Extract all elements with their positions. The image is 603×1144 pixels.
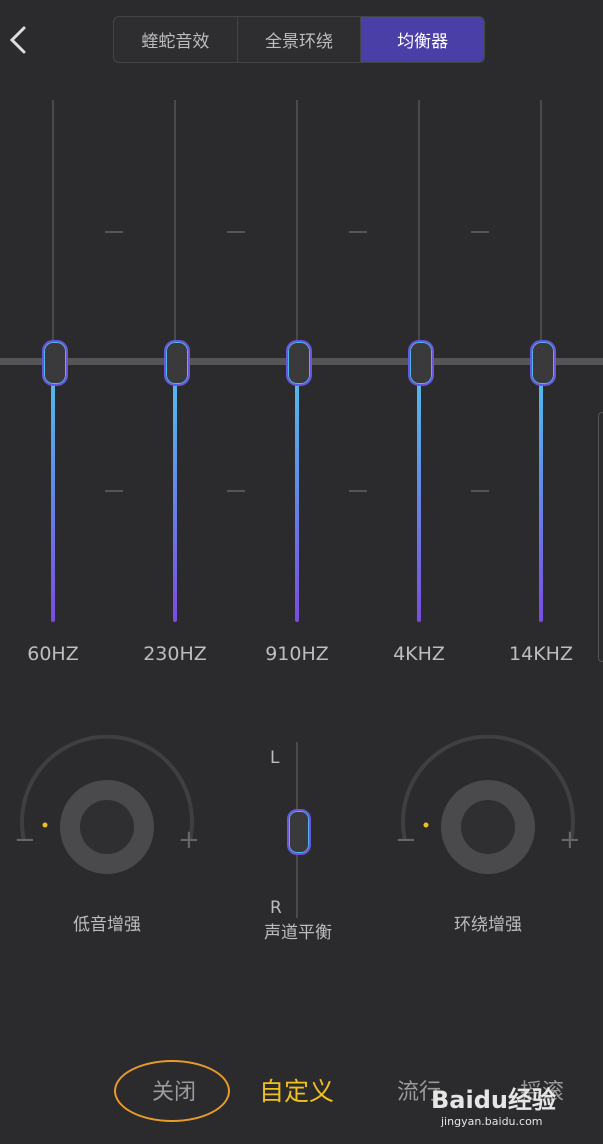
eq-track-fill xyxy=(173,362,177,622)
plus-label: + xyxy=(559,825,581,855)
eq-track xyxy=(174,100,176,362)
watermark-url: jingyan.baidu.com xyxy=(441,1115,543,1128)
channel-balance: L R 声道平衡 xyxy=(264,742,332,952)
bass-boost-label: 低音增强 xyxy=(73,915,141,935)
equalizer: 60HZ 230HZ 910HZ 4KHZ 14KHZ xyxy=(0,100,603,680)
back-button[interactable] xyxy=(4,20,34,60)
watermark-text: Baidu经验 xyxy=(431,1086,556,1114)
minus-label: − xyxy=(14,825,36,855)
band-label: 4KHZ xyxy=(393,643,445,665)
balance-left-label: L xyxy=(270,748,280,768)
grid-tick xyxy=(349,231,367,233)
eq-track-fill xyxy=(295,362,299,622)
balance-label: 声道平衡 xyxy=(264,923,332,943)
surround-boost-label: 环绕增强 xyxy=(454,915,522,935)
plus-label: + xyxy=(178,825,200,855)
eq-slider-knob[interactable] xyxy=(530,340,556,386)
eq-band-4khz: 4KHZ xyxy=(393,100,445,680)
eq-track-fill xyxy=(539,362,543,622)
eq-track-fill xyxy=(417,362,421,622)
effect-tabs: 蝰蛇音效 全景环绕 均衡器 xyxy=(113,16,485,63)
grid-tick xyxy=(227,231,245,233)
surround-boost-dial[interactable]: − + 环绕增强 xyxy=(393,735,583,935)
tab-viper[interactable]: 蝰蛇音效 xyxy=(114,17,238,62)
grid-tick xyxy=(349,490,367,492)
eq-band-14khz: 14KHZ xyxy=(509,100,573,680)
preset-off[interactable]: 关闭 xyxy=(152,1074,196,1106)
preset-custom[interactable]: 自定义 xyxy=(259,1072,334,1108)
eq-slider-knob[interactable] xyxy=(42,340,68,386)
grid-tick xyxy=(105,490,123,492)
bass-boost-dial[interactable]: − + 低音增强 xyxy=(12,735,202,935)
band-label: 14KHZ xyxy=(509,643,573,665)
minus-label: − xyxy=(395,825,417,855)
balance-slider-knob[interactable] xyxy=(287,809,311,855)
eq-slider-knob[interactable] xyxy=(286,340,312,386)
grid-tick xyxy=(471,490,489,492)
eq-band-230hz: 230HZ xyxy=(143,100,207,680)
band-label: 60HZ xyxy=(27,643,79,665)
dial-graphic xyxy=(20,735,194,874)
grid-tick xyxy=(105,231,123,233)
eq-track xyxy=(296,100,298,362)
eq-track xyxy=(418,100,420,362)
eq-track xyxy=(540,100,542,362)
eq-band-60hz: 60HZ xyxy=(27,100,79,680)
eq-slider-knob[interactable] xyxy=(408,340,434,386)
eq-slider-knob[interactable] xyxy=(164,340,190,386)
grid-tick xyxy=(227,490,245,492)
eq-track xyxy=(52,100,54,362)
watermark: Baidu经验 jingyan.baidu.com xyxy=(431,1075,581,1135)
eq-band-910hz: 910HZ xyxy=(265,100,329,680)
band-label: 910HZ xyxy=(265,643,329,665)
page-edge-handle[interactable] xyxy=(598,412,603,662)
grid-tick xyxy=(471,231,489,233)
band-label: 230HZ xyxy=(143,643,207,665)
tab-surround[interactable]: 全景环绕 xyxy=(238,17,362,62)
eq-track-fill xyxy=(51,362,55,622)
dial-graphic xyxy=(401,735,575,874)
balance-right-label: R xyxy=(270,898,282,918)
tab-equalizer[interactable]: 均衡器 xyxy=(361,17,484,62)
chevron-left-icon xyxy=(9,26,26,54)
